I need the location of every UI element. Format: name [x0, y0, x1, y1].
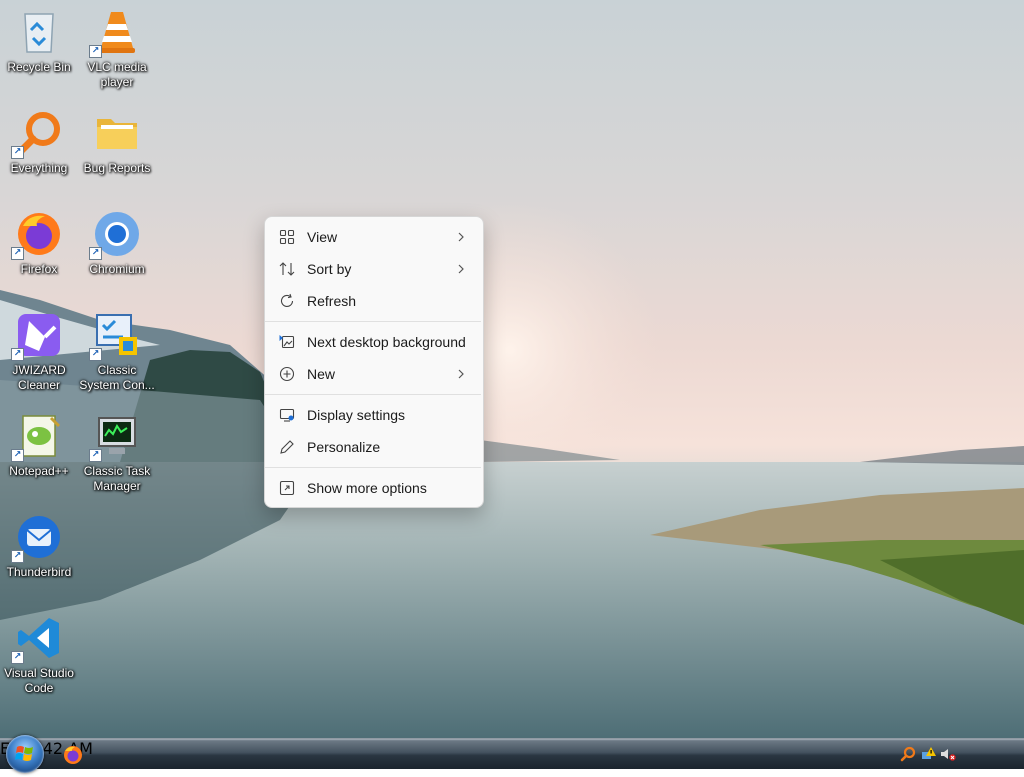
menu-item-label: Next desktop background: [307, 334, 466, 350]
chevron-right-icon: [453, 229, 469, 245]
desktop-icon-label: Recycle Bin: [7, 60, 71, 74]
shortcut-arrow-icon: ↗: [11, 247, 24, 260]
menu-item-view[interactable]: View: [269, 222, 479, 252]
desktop-icon-bug-reports[interactable]: Bug Reports: [78, 109, 156, 176]
chevron-right-icon: [453, 366, 469, 382]
desktop-icon-label: Everything: [10, 161, 68, 175]
desktop-icon-label: Chromium: [89, 262, 145, 276]
desktop-icon-vlc[interactable]: ↗ VLC media player: [78, 8, 156, 90]
menu-item-label: Personalize: [307, 439, 381, 455]
vlc-icon: ↗: [89, 8, 141, 58]
shortcut-arrow-icon: ↗: [11, 348, 24, 361]
grid-view-icon: [279, 229, 295, 245]
desktop-icon-jwizard[interactable]: ↗ JWIZARD Cleaner: [0, 311, 78, 393]
desktop-icon-vscode[interactable]: ↗ Visual Studio Code: [0, 614, 78, 696]
desktop-icon-notepadpp[interactable]: ↗ Notepad++: [0, 412, 78, 479]
shortcut-arrow-icon: ↗: [89, 45, 102, 58]
desktop-icon-everything[interactable]: ↗ Everything: [0, 109, 78, 176]
personalize-pen-icon: [279, 439, 295, 455]
thunderbird-icon: ↗: [11, 513, 63, 563]
sort-icon: [279, 261, 295, 277]
shortcut-arrow-icon: ↗: [11, 449, 24, 462]
vscode-icon: ↗: [11, 614, 63, 664]
jwizard-cleaner-icon: ↗: [11, 311, 63, 361]
desktop-icon-label: VLC media player: [87, 60, 147, 89]
desktop-icon-classic-system-control[interactable]: ↗ Classic System Con...: [78, 311, 156, 393]
menu-item-new[interactable]: New: [269, 359, 479, 389]
taskbar-firefox-icon[interactable]: [62, 744, 84, 766]
desktop-icon-thunderbird[interactable]: ↗ Thunderbird: [0, 513, 78, 580]
network-warning-icon[interactable]: [920, 746, 936, 762]
shortcut-arrow-icon: ↗: [11, 550, 24, 563]
recycle-bin-icon: [15, 8, 63, 56]
menu-item-label: Refresh: [307, 293, 357, 309]
control-panel-icon: ↗: [89, 311, 141, 361]
desktop-icon-label: JWIZARD Cleaner: [12, 363, 66, 392]
menu-item-show-more-options[interactable]: Show more options: [269, 473, 479, 503]
desktop-icon-recycle-bin[interactable]: Recycle Bin: [0, 8, 78, 75]
menu-item-refresh[interactable]: Refresh: [269, 286, 479, 316]
taskbar: EN 5:42 AM: [0, 735, 1024, 773]
menu-item-label: New: [307, 366, 336, 382]
windows-start-icon[interactable]: [6, 735, 44, 773]
desktop-icon-label: Classic System Con...: [79, 363, 155, 392]
next-background-icon: [279, 334, 295, 350]
menu-item-label: Show more options: [307, 480, 427, 496]
desktop-icon-label: Bug Reports: [83, 161, 151, 175]
desktop-icon-classic-task-manager[interactable]: ↗ Classic Task Manager: [78, 412, 156, 494]
shortcut-arrow-icon: ↗: [11, 146, 24, 159]
menu-item-display-settings[interactable]: Display settings: [269, 400, 479, 430]
menu-item-personalize[interactable]: Personalize: [269, 432, 479, 462]
display-settings-icon: [279, 407, 295, 423]
volume-muted-icon[interactable]: [940, 746, 956, 762]
desktop-icon-label: Classic Task Manager: [83, 464, 151, 493]
show-more-options-icon: [279, 480, 295, 496]
desktop-icon-chromium[interactable]: ↗ Chromium: [78, 210, 156, 277]
task-manager-icon: ↗: [89, 412, 141, 462]
shortcut-arrow-icon: ↗: [89, 348, 102, 361]
everything-search-icon: ↗: [11, 109, 63, 159]
shortcut-arrow-icon: ↗: [11, 651, 24, 664]
menu-item-label: Sort by: [307, 261, 352, 277]
refresh-icon: [279, 293, 295, 309]
menu-separator: [265, 467, 481, 468]
desktop-icon-label: Notepad++: [9, 464, 69, 478]
new-plus-icon: [279, 366, 295, 382]
menu-item-label: Display settings: [307, 407, 406, 423]
notepadpp-icon: ↗: [11, 412, 63, 462]
menu-separator: [265, 321, 481, 322]
shortcut-arrow-icon: ↗: [89, 247, 102, 260]
menu-item-next-desktop-background[interactable]: Next desktop background: [269, 327, 479, 357]
everything-tray-icon[interactable]: [900, 746, 916, 762]
chevron-right-icon: [453, 261, 469, 277]
menu-item-label: View: [307, 229, 338, 245]
menu-item-sort-by[interactable]: Sort by: [269, 254, 479, 284]
folder-icon: [93, 109, 141, 157]
desktop-icon-label: Thunderbird: [6, 565, 72, 579]
chromium-icon: ↗: [89, 210, 141, 260]
desktop-icon-label: Firefox: [20, 262, 58, 276]
desktop-icon-label: Visual Studio Code: [4, 666, 74, 695]
desktop-icon-firefox[interactable]: ↗ Firefox: [0, 210, 78, 277]
shortcut-arrow-icon: ↗: [89, 449, 102, 462]
desktop-context-menu: View Sort by Refresh Next desktop backgr…: [264, 216, 484, 508]
firefox-icon: ↗: [11, 210, 63, 260]
menu-separator: [265, 394, 481, 395]
